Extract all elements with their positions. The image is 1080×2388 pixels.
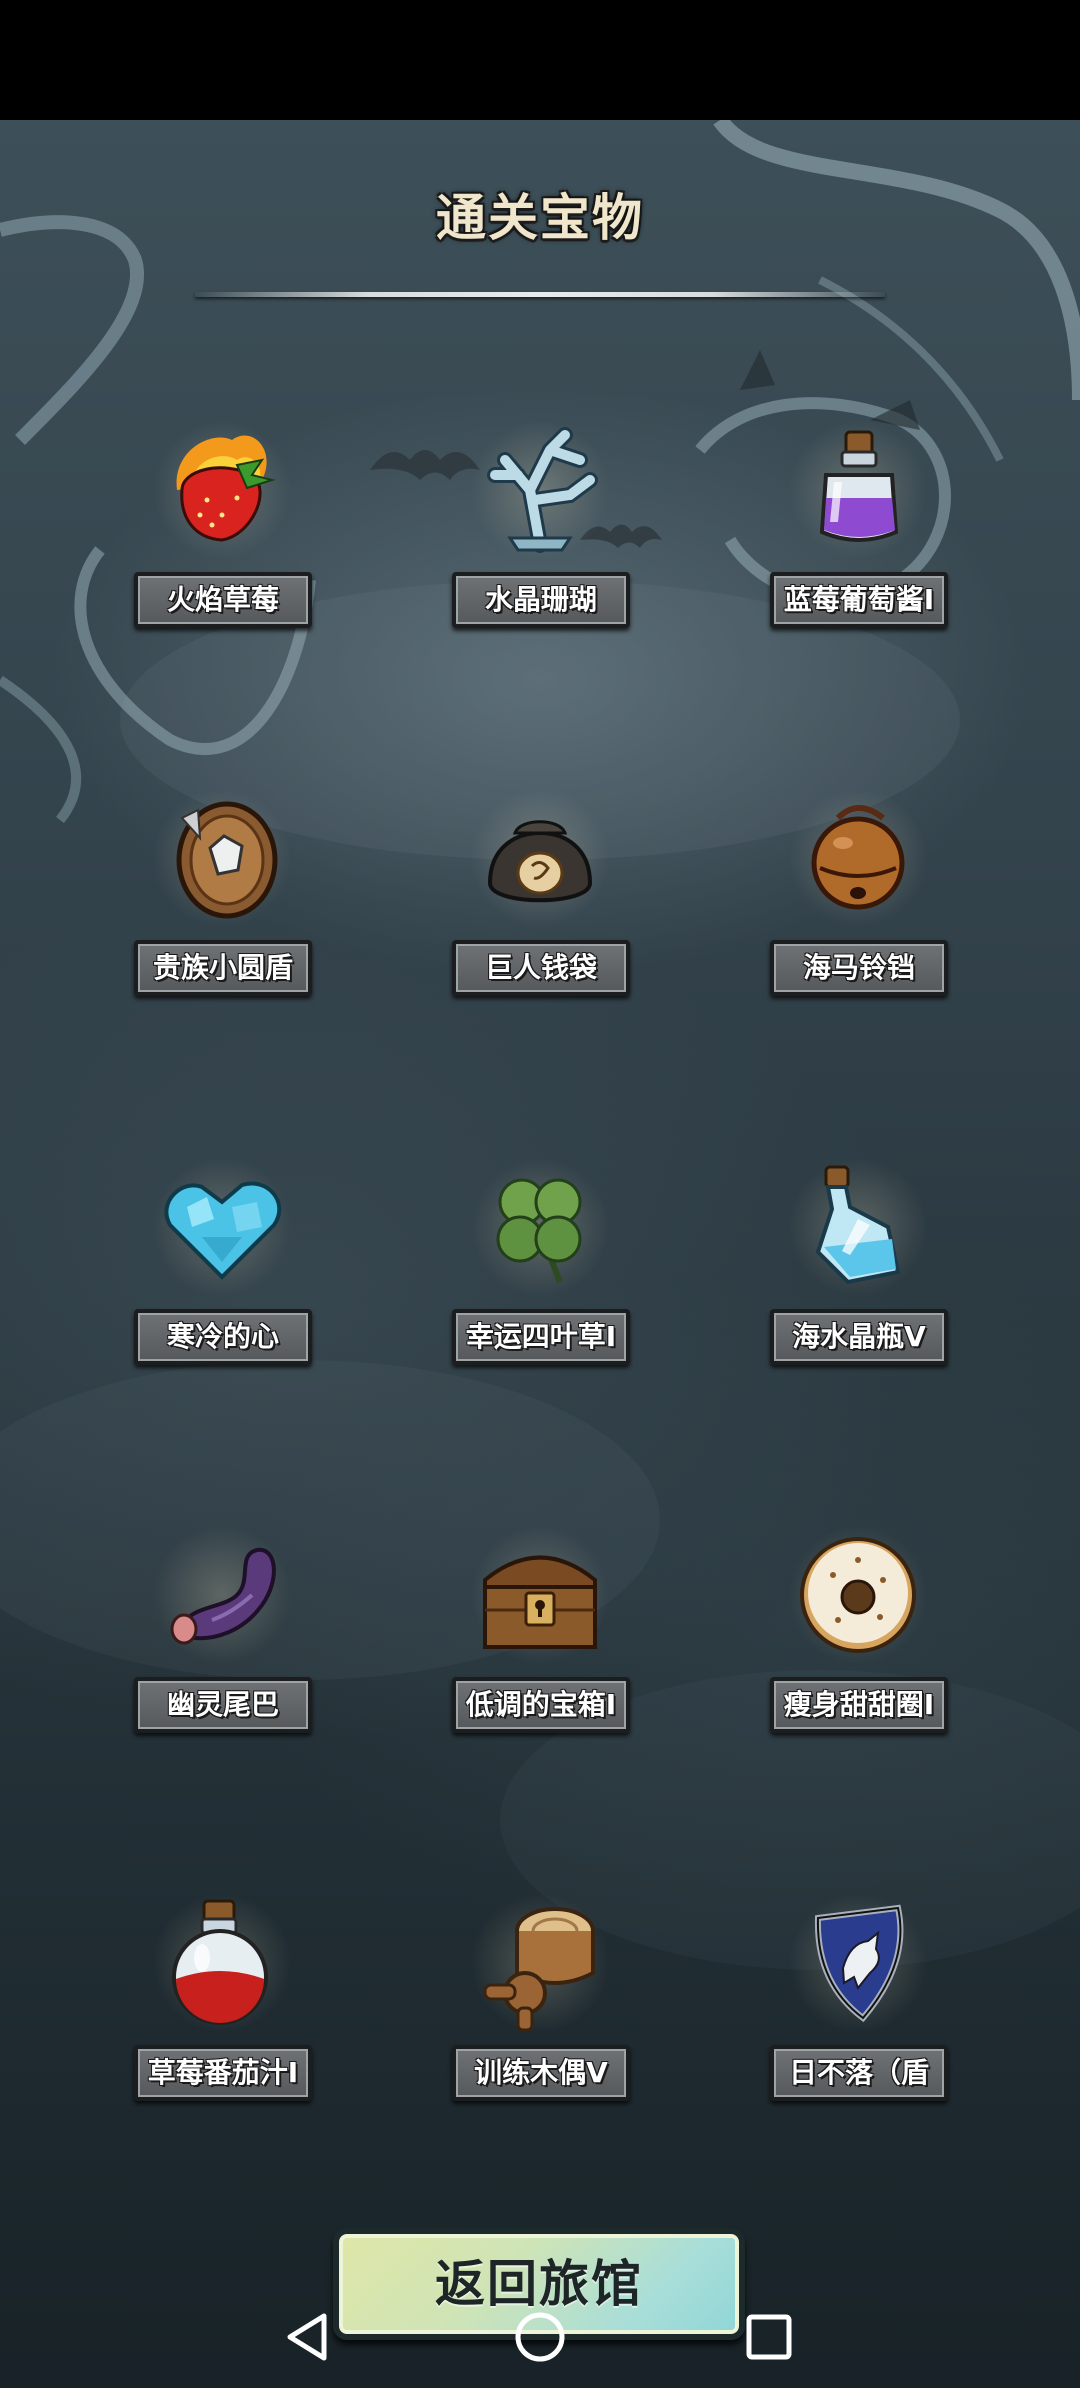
- treasure-item-crystal-coral[interactable]: 水晶珊瑚: [440, 420, 640, 650]
- treasure-item-purple-potion[interactable]: 蓝莓葡萄酱I: [758, 420, 958, 650]
- home-circle-icon[interactable]: [505, 2302, 575, 2372]
- treasure-item-red-potion[interactable]: 草莓番茄汁I: [122, 1893, 322, 2123]
- item-label: 水晶珊瑚: [452, 572, 630, 628]
- item-label: 贵族小圆盾: [134, 940, 312, 996]
- status-bar: [0, 0, 1080, 120]
- item-label: 寒冷的心: [134, 1309, 312, 1365]
- treasure-item-treasure-chest[interactable]: 低调的宝箱I: [440, 1525, 640, 1755]
- donut-icon: [788, 1525, 928, 1665]
- recents-square-icon[interactable]: [734, 2302, 804, 2372]
- blue-shield-icon: [788, 1893, 928, 2033]
- four-leaf-clover-icon: [470, 1157, 610, 1297]
- ice-heart-icon: [152, 1157, 292, 1297]
- money-bag-icon: [470, 788, 610, 928]
- crystal-coral-icon: [470, 420, 610, 560]
- item-label: 巨人钱袋: [452, 940, 630, 996]
- treasure-item-round-shield[interactable]: 贵族小圆盾: [122, 788, 322, 1018]
- ghost-tail-icon: [152, 1525, 292, 1665]
- item-label: 海马铃铛: [770, 940, 948, 996]
- item-label: 蓝莓葡萄酱I: [770, 572, 948, 628]
- treasure-item-four-leaf-clover[interactable]: 幸运四叶草I: [440, 1157, 640, 1387]
- item-label: 训练木偶V: [452, 2045, 630, 2101]
- purple-potion-icon: [788, 420, 928, 560]
- item-label: 日不落（盾: [770, 2045, 948, 2101]
- item-label: 海水晶瓶V: [770, 1309, 948, 1365]
- page-title: 通关宝物: [436, 189, 644, 247]
- game-scene: 通关宝物 火焰草莓 水晶珊瑚 蓝莓葡萄酱I 贵族小圆盾 巨人钱袋 海马铃铛 寒冷…: [0, 120, 1080, 2388]
- bell-icon: [788, 788, 928, 928]
- treasure-item-ghost-tail[interactable]: 幽灵尾巴: [122, 1525, 322, 1755]
- treasure-item-donut[interactable]: 瘦身甜甜圈I: [758, 1525, 958, 1755]
- back-triangle-icon[interactable]: [274, 2302, 344, 2372]
- round-shield-icon: [152, 788, 292, 928]
- blue-bottle-icon: [788, 1157, 928, 1297]
- flame-strawberry-icon: [152, 420, 292, 560]
- red-potion-icon: [152, 1893, 292, 2033]
- item-label: 低调的宝箱I: [452, 1677, 630, 1733]
- treasure-chest-icon: [470, 1525, 610, 1665]
- treasure-item-blue-bottle[interactable]: 海水晶瓶V: [758, 1157, 958, 1387]
- treasure-item-ice-heart[interactable]: 寒冷的心: [122, 1157, 322, 1387]
- item-label: 瘦身甜甜圈I: [770, 1677, 948, 1733]
- item-label: 草莓番茄汁I: [134, 2045, 312, 2101]
- treasure-item-flame-strawberry[interactable]: 火焰草莓: [122, 420, 322, 650]
- wooden-dummy-icon: [470, 1893, 610, 2033]
- system-nav-bar: [0, 2290, 1080, 2388]
- item-label: 幽灵尾巴: [134, 1677, 312, 1733]
- treasure-item-bell[interactable]: 海马铃铛: [758, 788, 958, 1018]
- treasure-item-wooden-dummy[interactable]: 训练木偶V: [440, 1893, 640, 2123]
- title-divider: [195, 292, 885, 297]
- item-label: 火焰草莓: [134, 572, 312, 628]
- treasure-item-money-bag[interactable]: 巨人钱袋: [440, 788, 640, 1018]
- treasure-item-blue-shield[interactable]: 日不落（盾: [758, 1893, 958, 2123]
- item-label: 幸运四叶草I: [452, 1309, 630, 1365]
